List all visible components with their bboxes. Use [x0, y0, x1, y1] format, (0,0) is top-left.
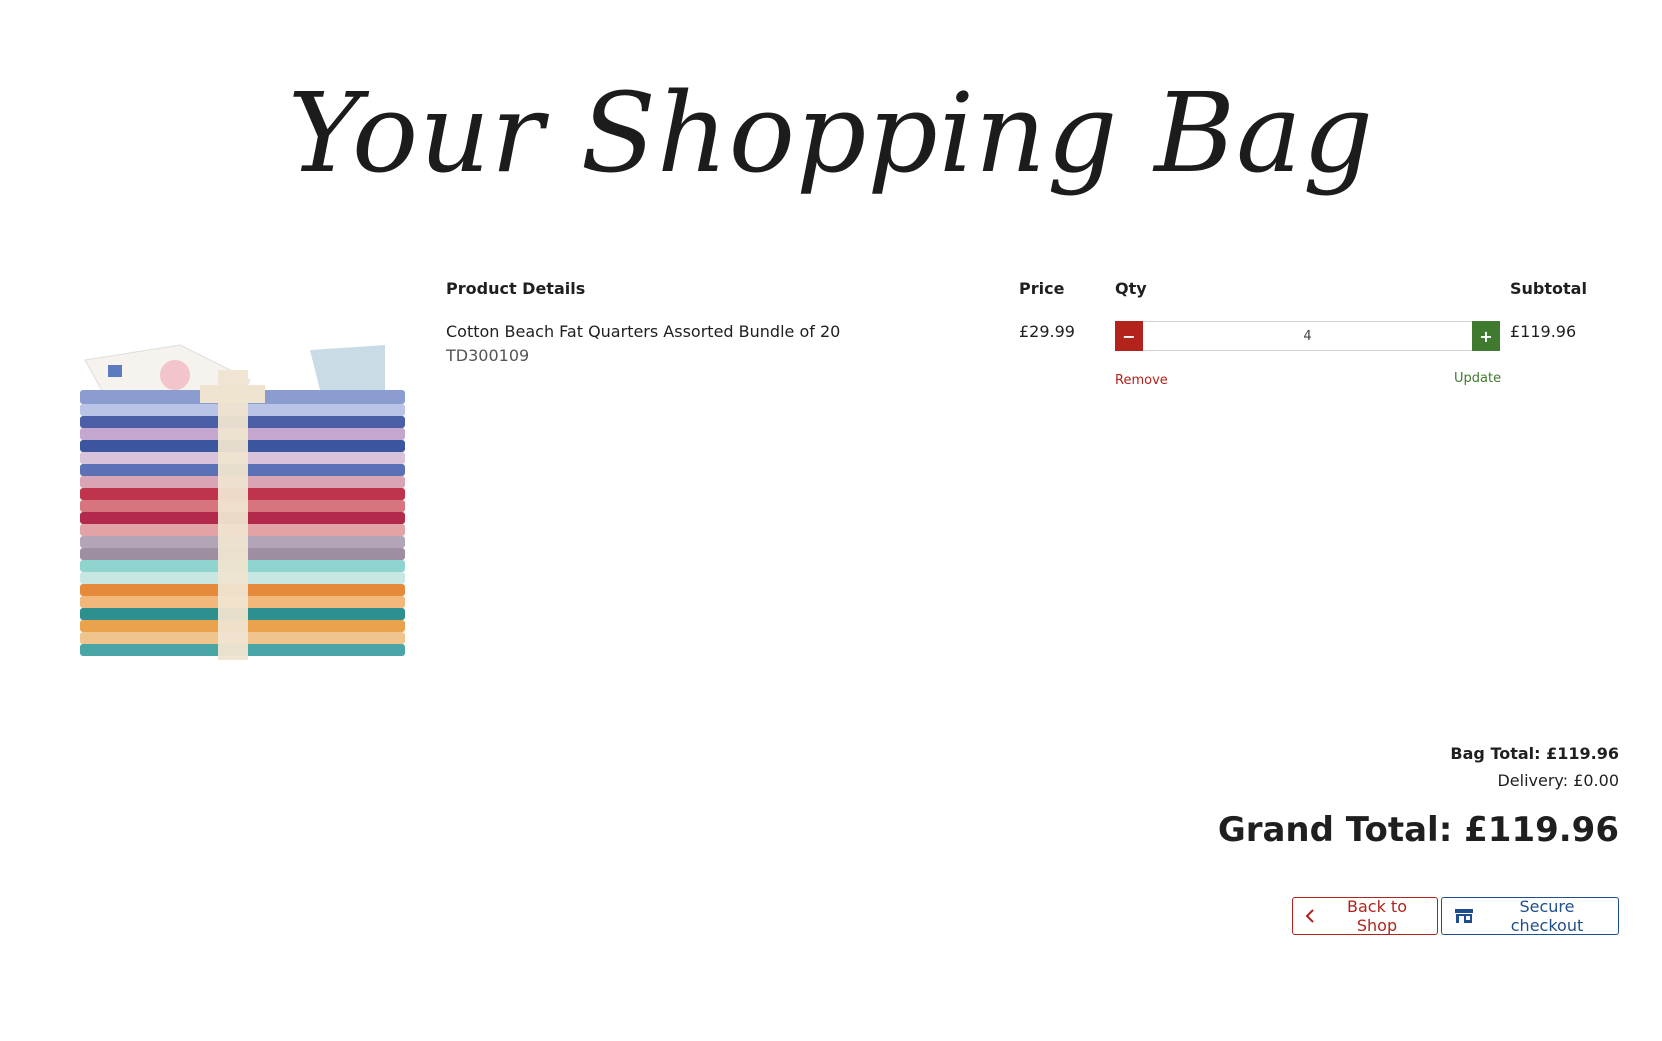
- shop-icon: [1454, 908, 1474, 924]
- column-header-price: Price: [1019, 279, 1065, 298]
- order-totals: Bag Total: £119.96 Delivery: £0.00 Grand…: [1218, 744, 1619, 850]
- delivery-cost: Delivery: £0.00: [1497, 771, 1619, 790]
- product-name[interactable]: Cotton Beach Fat Quarters Assorted Bundl…: [446, 322, 840, 341]
- update-quantity-link[interactable]: Update: [1454, 371, 1501, 386]
- plus-icon: +: [1479, 326, 1493, 346]
- minus-icon: −: [1122, 326, 1136, 346]
- item-subtotal: £119.96: [1510, 322, 1577, 341]
- remove-item-link[interactable]: Remove: [1115, 373, 1168, 388]
- column-header-subtotal: Subtotal: [1510, 279, 1587, 298]
- grand-total: Grand Total: £119.96: [1217, 810, 1619, 850]
- column-header-product: Product Details: [446, 279, 586, 298]
- secure-checkout-label: Secure checkout: [1510, 897, 1584, 935]
- quantity-stepper: − +: [1115, 321, 1500, 351]
- product-price: £29.99: [1019, 322, 1075, 341]
- bag-total: Bag Total: £119.96: [1450, 744, 1619, 763]
- column-header-qty: Qty: [1115, 279, 1147, 298]
- secure-checkout-button[interactable]: Secure checkout: [1441, 897, 1619, 935]
- increase-quantity-button[interactable]: +: [1472, 321, 1500, 351]
- back-to-shop-button[interactable]: Back to Shop: [1292, 897, 1438, 935]
- fabric-bundle-image: [80, 344, 405, 660]
- quantity-input[interactable]: [1143, 321, 1472, 351]
- back-to-shop-label: Back to Shop: [1347, 897, 1407, 935]
- product-sku: TD300109: [446, 346, 530, 365]
- product-image: [80, 340, 405, 665]
- page-title: Your Shopping Bag: [287, 69, 1375, 197]
- chevron-left-icon: [1305, 909, 1315, 923]
- decrease-quantity-button[interactable]: −: [1115, 321, 1143, 351]
